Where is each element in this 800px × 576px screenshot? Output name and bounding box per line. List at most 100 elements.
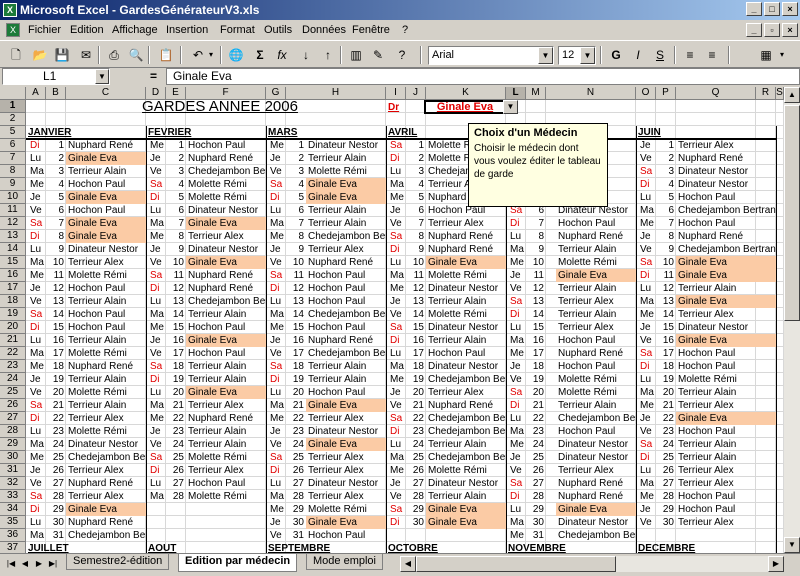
undo-dropdown-icon[interactable]: ▾: [206, 45, 216, 65]
doctor-on-duty[interactable]: Terrieur Alex: [66, 256, 146, 269]
row-header[interactable]: 36: [0, 529, 26, 542]
doctor-on-duty[interactable]: Terrieur Alain: [426, 334, 506, 347]
doctor-on-duty[interactable]: Chedejambon Bertrand: [66, 451, 146, 464]
doctor-on-duty[interactable]: Terrieur Alex: [66, 490, 146, 503]
doctor-on-duty[interactable]: Molette Rémi: [426, 308, 506, 321]
autosum-icon[interactable]: Σ: [250, 45, 270, 65]
doctor-on-duty[interactable]: Chedejambon Bertrand: [186, 295, 266, 308]
doctor-on-duty[interactable]: Dinateur Nestor: [426, 282, 506, 295]
doctor-on-duty[interactable]: Terrieur Alain: [556, 308, 636, 321]
doctor-on-duty[interactable]: Terrieur Alain: [66, 334, 146, 347]
doctor-on-duty[interactable]: Terrieur Alain: [676, 282, 776, 295]
chevron-down-icon[interactable]: ▼: [580, 47, 595, 64]
permission-icon[interactable]: ✉: [76, 45, 96, 65]
doctor-on-duty[interactable]: Molette Rémi: [186, 490, 266, 503]
sort-desc-icon[interactable]: ↑: [318, 45, 338, 65]
function-icon[interactable]: fx: [272, 45, 292, 65]
row-header[interactable]: 19: [0, 308, 26, 321]
doctor-on-duty[interactable]: Hochon Paul: [186, 477, 266, 490]
column-header[interactable]: Q: [676, 87, 756, 100]
doctor-on-duty[interactable]: Terrieur Alex: [426, 386, 506, 399]
doctor-on-duty[interactable]: Terrieur Alain: [426, 438, 506, 451]
row-header[interactable]: 24: [0, 373, 26, 386]
doctor-on-duty[interactable]: Nuphard René: [676, 230, 776, 243]
doctor-on-duty[interactable]: Hochon Paul: [186, 347, 266, 360]
doctor-on-duty[interactable]: Hochon Paul: [556, 217, 636, 230]
doctor-on-duty[interactable]: Molette Rémi: [556, 256, 636, 269]
doctor-on-duty[interactable]: Nuphard René: [66, 360, 146, 373]
doctor-on-duty[interactable]: Ginale Eva: [186, 334, 266, 347]
row-header[interactable]: 17: [0, 282, 26, 295]
doctor-on-duty[interactable]: Nuphard René: [66, 516, 146, 529]
doctor-on-duty[interactable]: Nuphard René: [556, 477, 636, 490]
doctor-on-duty[interactable]: Ginale Eva: [306, 516, 386, 529]
doctor-on-duty[interactable]: Terrieur Alex: [676, 139, 776, 152]
doctor-on-duty[interactable]: Hochon Paul: [676, 347, 776, 360]
row-header[interactable]: 20: [0, 321, 26, 334]
row-header[interactable]: 12: [0, 217, 26, 230]
doc-minimize-button[interactable]: _: [746, 23, 762, 37]
doctor-on-duty[interactable]: Nuphard René: [66, 477, 146, 490]
row-header[interactable]: 2: [0, 113, 26, 126]
doctor-on-duty[interactable]: Molette Rémi: [66, 269, 146, 282]
doctor-on-duty[interactable]: Nuphard René: [186, 269, 266, 282]
paste-icon[interactable]: 📋: [156, 45, 176, 65]
doctor-on-duty[interactable]: Chedejambon Bertrand: [306, 308, 386, 321]
doctor-on-duty[interactable]: Chedejambon Bertrand: [66, 529, 146, 542]
column-header[interactable]: I: [386, 87, 406, 100]
scroll-right-icon[interactable]: ▶: [768, 556, 784, 572]
borders-dropdown-icon[interactable]: ▾: [776, 45, 788, 65]
doctor-on-duty[interactable]: Chedejambon Bertrand: [306, 347, 386, 360]
row-header[interactable]: 35: [0, 516, 26, 529]
doctor-on-duty[interactable]: Terrieur Alex: [306, 243, 386, 256]
undo-icon[interactable]: ↶: [188, 45, 208, 65]
doctor-on-duty[interactable]: Terrieur Alain: [676, 451, 776, 464]
row-header[interactable]: 27: [0, 412, 26, 425]
row-header[interactable]: 6: [0, 139, 26, 152]
doctor-on-duty[interactable]: Nuphard René: [306, 334, 386, 347]
doctor-on-duty[interactable]: Dinateur Nestor: [186, 204, 266, 217]
column-header[interactable]: L: [506, 87, 526, 100]
column-header[interactable]: R: [756, 87, 776, 100]
doctor-on-duty[interactable]: Terrieur Alex: [66, 464, 146, 477]
doctor-on-duty[interactable]: Ginale Eva: [186, 217, 266, 230]
formula-input[interactable]: Ginale Eva: [166, 68, 800, 85]
doctor-on-duty[interactable]: Terrieur Alain: [676, 438, 776, 451]
doctor-on-duty[interactable]: Dinateur Nestor: [556, 451, 636, 464]
doctor-on-duty[interactable]: Ginale Eva: [186, 386, 266, 399]
new-icon[interactable]: 🗋: [6, 45, 26, 65]
doc-restore-button[interactable]: ▫: [764, 23, 780, 37]
scroll-left-icon[interactable]: ◀: [400, 556, 416, 572]
doctor-on-duty[interactable]: Terrieur Alain: [306, 360, 386, 373]
doctor-on-duty[interactable]: Ginale Eva: [66, 191, 146, 204]
doctor-on-duty[interactable]: Terrieur Alex: [306, 490, 386, 503]
doctor-on-duty[interactable]: Dinateur Nestor: [306, 425, 386, 438]
row-header[interactable]: 23: [0, 360, 26, 373]
doctor-on-duty[interactable]: Ginale Eva: [676, 334, 776, 347]
doctor-on-duty[interactable]: Chedejambon Bertrand: [556, 529, 636, 542]
doctor-on-duty[interactable]: Terrieur Alex: [66, 412, 146, 425]
doctor-on-duty[interactable]: Chedejambon Bertrand: [556, 412, 636, 425]
doctor-on-duty[interactable]: Hochon Paul: [676, 191, 776, 204]
align-center-icon[interactable]: ≡: [702, 45, 722, 65]
doctor-on-duty[interactable]: Hochon Paul: [306, 282, 386, 295]
doctor-on-duty[interactable]: Dinateur Nestor: [66, 438, 146, 451]
doctor-on-duty[interactable]: Ginale Eva: [676, 412, 776, 425]
doctor-on-duty[interactable]: Ginale Eva: [426, 503, 506, 516]
doctor-on-duty[interactable]: Hochon Paul: [66, 178, 146, 191]
doctor-on-duty[interactable]: Molette Rémi: [426, 464, 506, 477]
doctor-on-duty[interactable]: Hochon Paul: [676, 217, 776, 230]
doctor-on-duty[interactable]: Terrieur Alex: [186, 399, 266, 412]
doctor-on-duty[interactable]: Terrieur Alex: [306, 451, 386, 464]
scroll-down-icon[interactable]: ▼: [784, 537, 800, 553]
row-header[interactable]: 9: [0, 178, 26, 191]
column-header[interactable]: B: [46, 87, 66, 100]
scroll-up-icon[interactable]: ▲: [784, 87, 800, 103]
doctor-on-duty[interactable]: Ginale Eva: [306, 438, 386, 451]
doctor-on-duty[interactable]: Terrieur Alex: [306, 464, 386, 477]
close-button[interactable]: ×: [782, 2, 798, 16]
doctor-on-duty[interactable]: Chedejambon Bertrand: [426, 425, 506, 438]
doctor-on-duty[interactable]: Chedejambon Bertrand: [676, 204, 776, 217]
doctor-on-duty[interactable]: Nuphard René: [186, 282, 266, 295]
horizontal-scrollbar[interactable]: ◀ ▶: [400, 556, 784, 572]
